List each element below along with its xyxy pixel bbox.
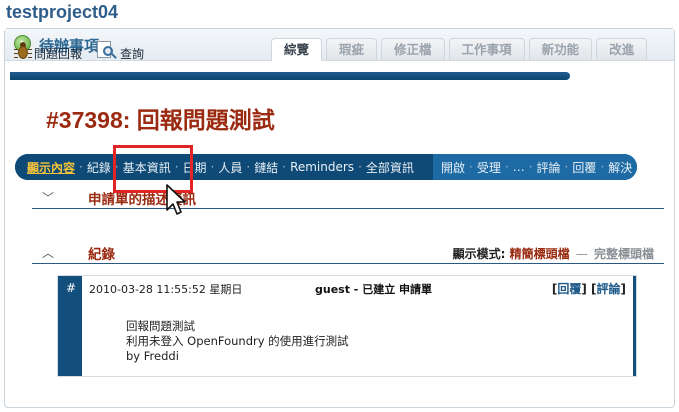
log-entry-body: 回報問題測試 利用未登入 OpenFoundry 的使用進行測試 by Fred…	[126, 319, 349, 364]
nav-links[interactable]: 鏈結	[254, 159, 278, 176]
mode-compact[interactable]: 精簡標頭檔	[510, 247, 570, 261]
nav-reminders[interactable]: Reminders	[290, 160, 354, 174]
tab-bar: 綜覽 瑕疵 修正檔 工作事項 新功能 改進	[271, 38, 648, 61]
action-more[interactable]: …	[513, 160, 525, 174]
log-entry-line: 回報問題測試	[126, 319, 195, 333]
nav-all-info[interactable]: 全部資訊	[366, 159, 414, 176]
project-title[interactable]: testproject04	[6, 2, 118, 23]
tab-feature[interactable]: 新功能	[528, 38, 593, 60]
action-comment[interactable]: 評論	[537, 159, 561, 176]
issue-navbar: 顯示內容 · 紀錄 · 基本資訊 · 日期 · 人員 · 鏈結 · Remind…	[15, 154, 637, 180]
comment-link[interactable]: 評論	[597, 282, 621, 296]
toolbar: 問題回報 查詢	[14, 40, 144, 62]
nav-show-content[interactable]: 顯示內容	[27, 159, 75, 176]
action-reply[interactable]: 回覆	[572, 159, 596, 176]
log-entry-hash: #	[66, 281, 77, 295]
tab-patch[interactable]: 修正檔	[381, 38, 445, 60]
tab-task[interactable]: 工作事項	[448, 38, 525, 60]
mouse-pointer-icon	[166, 184, 186, 215]
tab-improvement[interactable]: 改進	[596, 38, 648, 60]
action-open[interactable]: 開啟	[441, 159, 465, 176]
display-mode: 顯示模式: 精簡標頭檔 — 完整標頭檔	[453, 245, 654, 262]
nav-log[interactable]: 紀錄	[87, 159, 111, 176]
query-label: 查詢	[120, 47, 145, 61]
query-button[interactable]: 查詢	[96, 40, 144, 62]
log-entry-date: 2010-03-28 11:55:52 星期日	[89, 283, 243, 296]
bug-icon	[14, 40, 32, 62]
search-icon	[96, 40, 118, 62]
action-nav: 開啟 · 受理 · … · 評論 · 回覆 · 解決	[433, 154, 637, 180]
log-entry-author: guest - 已建立 申請單	[315, 283, 433, 296]
report-issue-label: 問題回報	[34, 47, 83, 61]
reply-link[interactable]: 回覆	[557, 282, 581, 296]
chevron-up-icon[interactable]: ︿	[42, 244, 54, 261]
log-entry-actions: [回覆] [評論]	[551, 282, 626, 296]
nav-people[interactable]: 人員	[218, 159, 242, 176]
action-resolve[interactable]: 解決	[608, 159, 632, 176]
mode-full[interactable]: 完整標頭檔	[594, 247, 654, 261]
log-heading: 紀錄	[88, 247, 115, 263]
log-section[interactable]: ︿ 紀錄 顯示模式: 精簡標頭檔 — 完整標頭檔	[32, 242, 664, 264]
view-nav: 顯示內容 · 紀錄 · 基本資訊 · 日期 · 人員 · 鏈結 · Remind…	[15, 154, 433, 180]
issue-title: #37398: 回報問題測試	[46, 107, 275, 133]
tab-defect[interactable]: 瑕疵	[326, 38, 378, 60]
tab-overview[interactable]: 綜覽	[271, 38, 323, 61]
display-mode-label: 顯示模式:	[452, 247, 506, 261]
log-entry-line: by Freddi	[126, 349, 179, 363]
action-accept[interactable]: 受理	[477, 159, 501, 176]
report-issue-button[interactable]: 問題回報	[14, 40, 82, 62]
chevron-down-icon[interactable]: ﹀	[42, 189, 54, 206]
log-entry-line: 利用未登入 OpenFoundry 的使用進行測試	[126, 334, 349, 348]
log-entry: # 2010-03-28 11:55:52 星期日 guest - 已建立 申請…	[57, 275, 637, 377]
log-entry-gutter: #	[58, 276, 82, 376]
divider-bar	[10, 72, 570, 80]
mode-separator: —	[575, 247, 588, 261]
